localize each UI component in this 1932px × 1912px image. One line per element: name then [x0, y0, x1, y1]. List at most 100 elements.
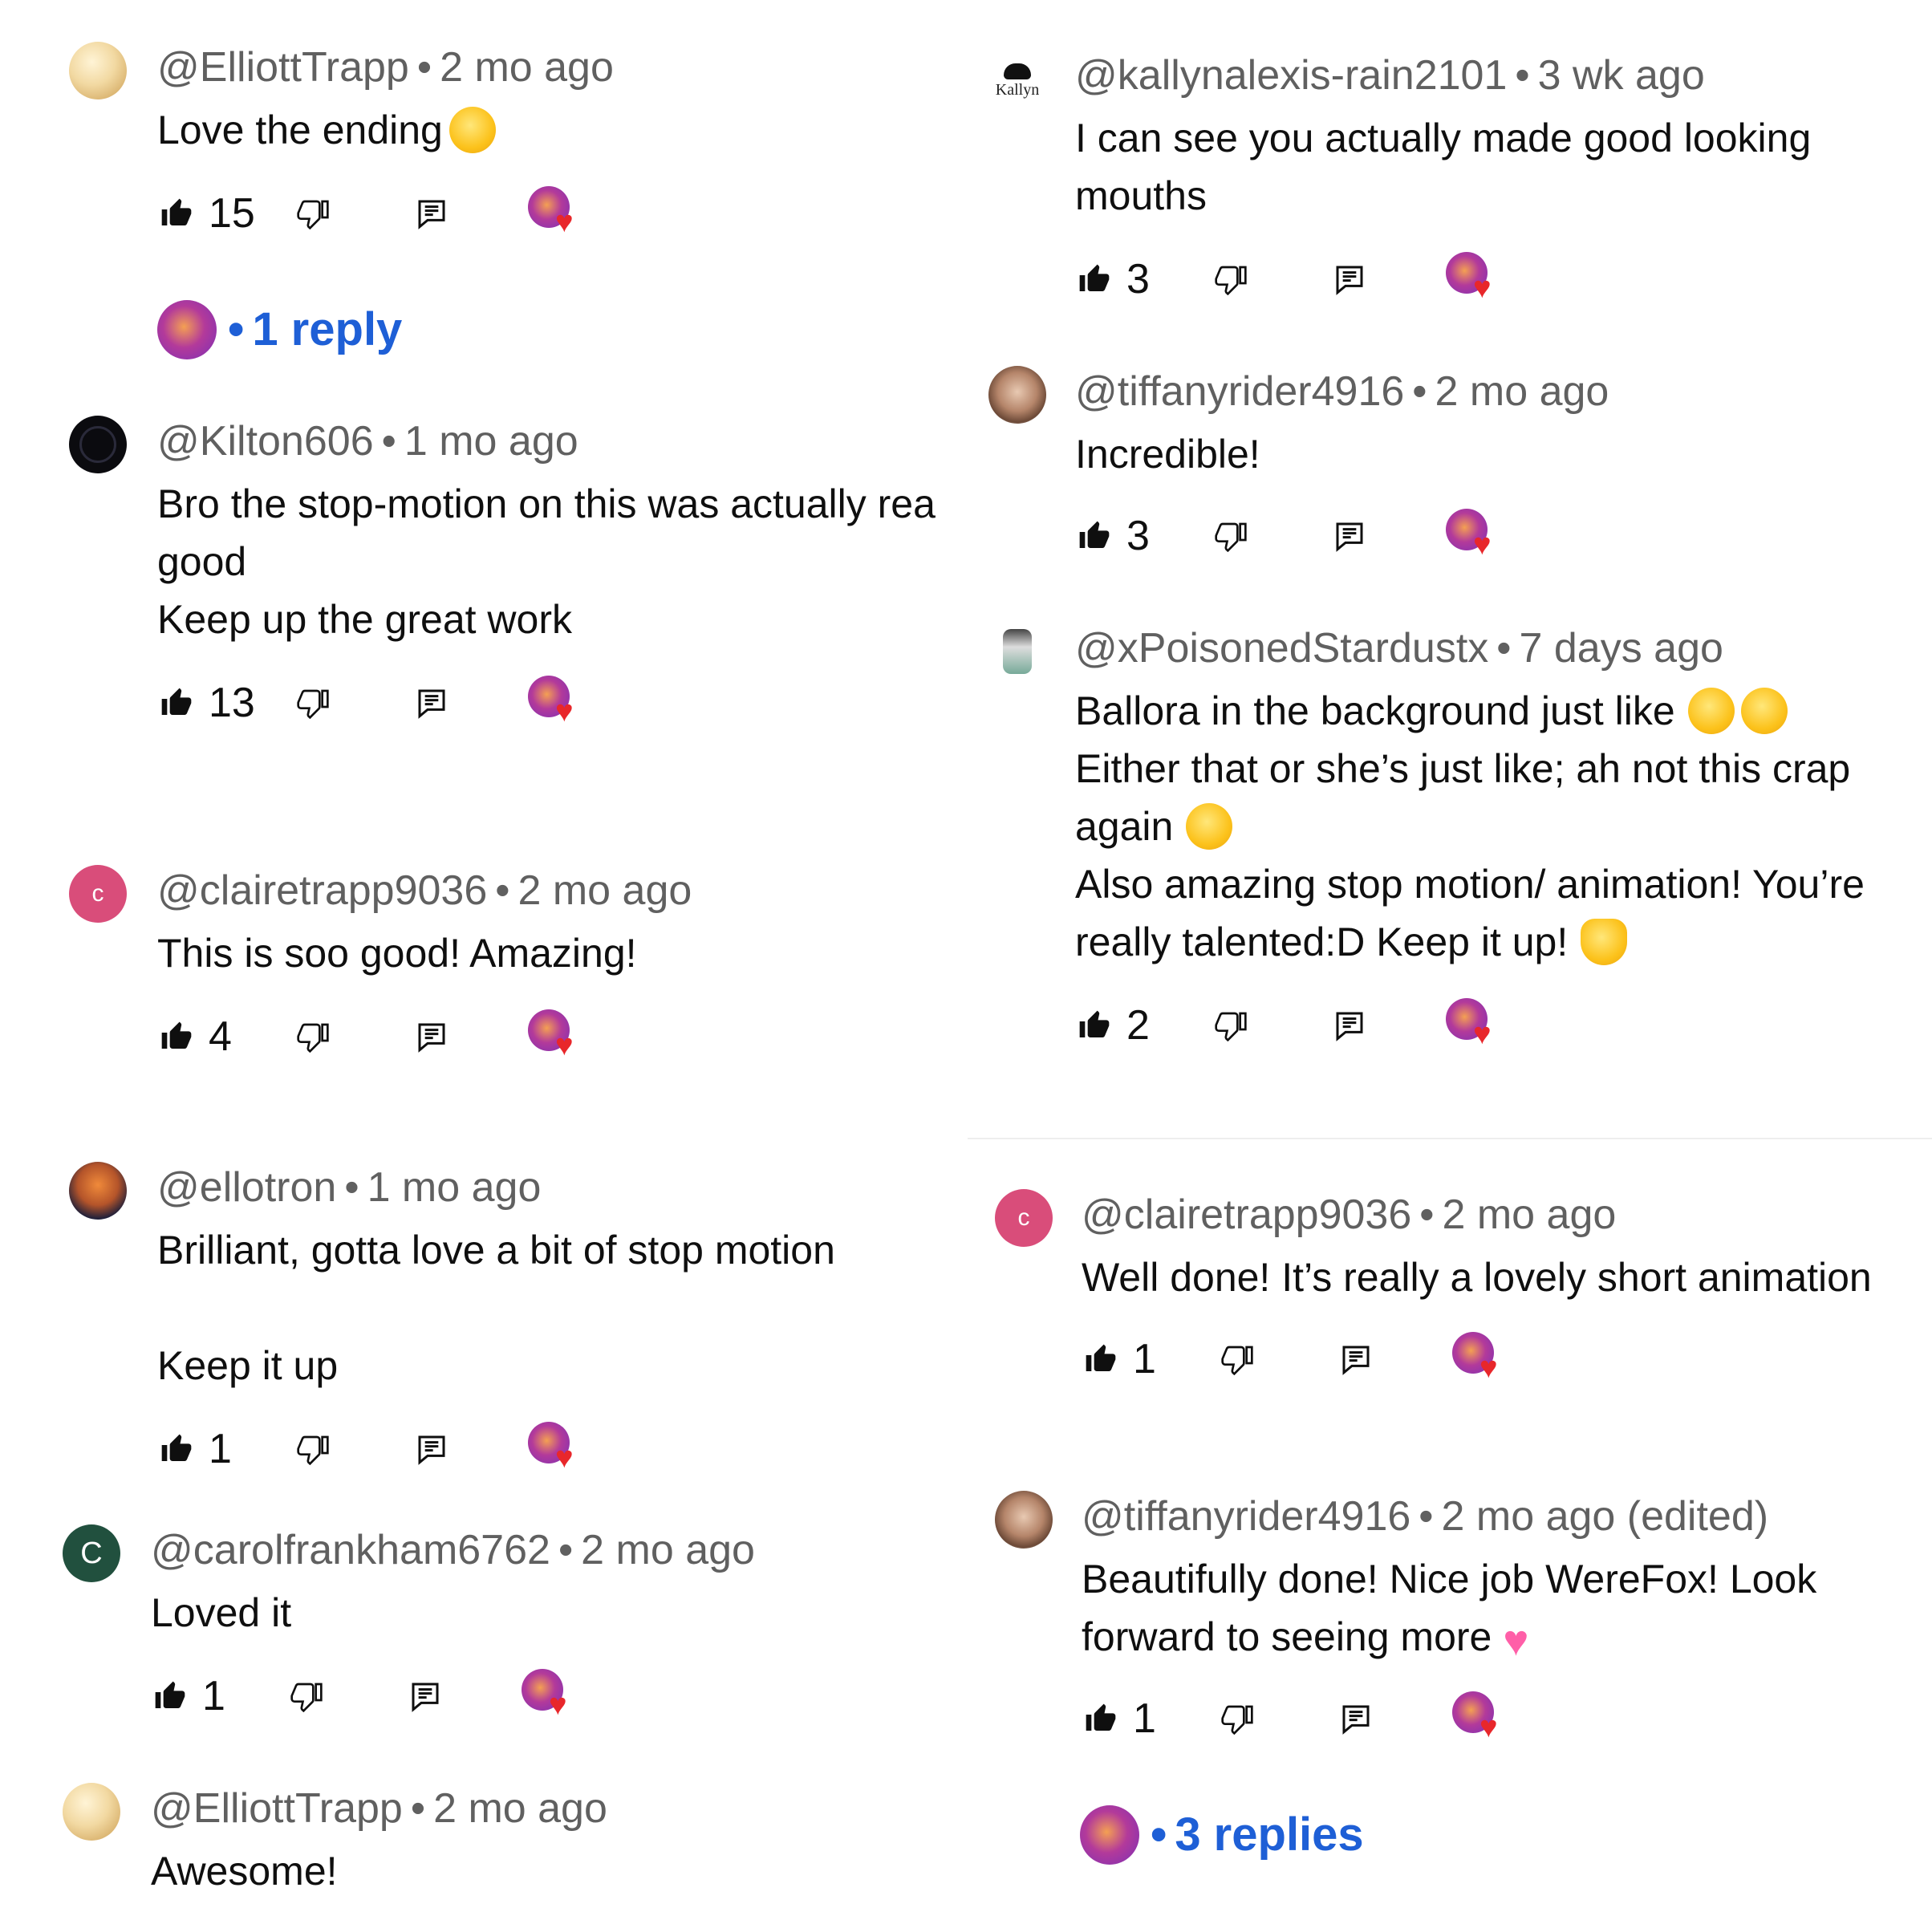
thumbs-down-icon[interactable]: [1215, 1009, 1247, 1041]
author-handle[interactable]: @ElliottTrapp: [157, 44, 409, 91]
separator: •: [1496, 625, 1512, 672]
thumbs-down-icon[interactable]: [1215, 520, 1247, 552]
section-divider: [968, 1138, 1932, 1139]
avatar[interactable]: [995, 1491, 1053, 1549]
timestamp: 2 mo ago (edited): [1441, 1493, 1769, 1540]
author-handle[interactable]: @clairetrapp9036: [157, 867, 487, 914]
reply-icon[interactable]: [1340, 1703, 1372, 1735]
author-handle[interactable]: @xPoisonedStardustx: [1075, 625, 1488, 672]
reply-icon[interactable]: [416, 687, 448, 719]
avatar[interactable]: [69, 42, 127, 99]
thumbs-down-icon[interactable]: [297, 197, 329, 229]
reply-icon[interactable]: [416, 197, 448, 229]
separator: •: [1419, 1493, 1434, 1540]
comment-actions: 1 ♥: [1085, 1691, 1534, 1743]
comment: @ellotron • 1 mo ago Brilliant, gotta love…: [69, 1162, 968, 1394]
comment: @tiffanyrider4916 • 2 mo ago Incredible!: [988, 366, 1926, 483]
author-handle[interactable]: @tiffanyrider4916: [1082, 1493, 1410, 1540]
reply-icon[interactable]: [409, 1680, 441, 1712]
replies-count[interactable]: 1 reply: [252, 303, 402, 355]
thumbs-up-icon[interactable]: [1078, 520, 1110, 552]
replies-link[interactable]: • 3 replies: [1151, 1808, 1364, 1861]
reply-icon[interactable]: [1333, 1009, 1366, 1041]
thumbs-down-icon[interactable]: [297, 687, 329, 719]
author-handle[interactable]: @clairetrapp9036: [1082, 1191, 1411, 1238]
creator-heart-icon: ♥: [528, 1422, 581, 1475]
reply-icon[interactable]: [1340, 1343, 1372, 1375]
thumbs-down-icon[interactable]: [1215, 263, 1247, 295]
thumbs-up-icon[interactable]: [160, 1433, 193, 1465]
comment-actions: 15 ♥: [160, 186, 610, 237]
comment-meta: @tiffanyrider4916 • 2 mo ago (edited): [1082, 1491, 1932, 1542]
comment-meta: @ElliottTrapp • 2 mo ago: [157, 42, 968, 93]
like-count: 2: [1126, 1002, 1150, 1049]
thumbs-up-icon[interactable]: [160, 687, 193, 719]
avatar[interactable]: [988, 366, 1046, 424]
thumbs-down-icon[interactable]: [297, 1021, 329, 1053]
avatar[interactable]: [988, 623, 1046, 680]
timestamp: 2 mo ago: [433, 1785, 607, 1832]
comment-meta: @xPoisonedStardustx • 7 days ago: [1075, 623, 1926, 674]
author-handle[interactable]: @kallynalexis-rain2101: [1075, 52, 1507, 99]
creator-avatar: [157, 300, 217, 359]
avatar[interactable]: C: [63, 1524, 120, 1582]
like-count: 3: [1126, 513, 1150, 559]
comment-meta: @clairetrapp9036 • 2 mo ago: [1082, 1189, 1932, 1240]
comment-meta: @kallynalexis-rain2101 • 3 wk ago: [1075, 50, 1926, 101]
comment-meta: @carolfrankham6762 • 2 mo ago: [151, 1524, 961, 1576]
author-handle[interactable]: @ellotron: [157, 1164, 336, 1211]
timestamp: 2 mo ago: [581, 1527, 755, 1573]
comment-meta: @tiffanyrider4916 • 2 mo ago: [1075, 366, 1926, 417]
like-count: 1: [1133, 1336, 1156, 1382]
comment-text: Brilliant, gotta love a bit of stop moti…: [157, 1228, 835, 1388]
separator: •: [416, 44, 432, 91]
thumbs-down-icon[interactable]: [290, 1680, 323, 1712]
thumbs-up-icon[interactable]: [1078, 1009, 1110, 1041]
thumbs-up-icon[interactable]: [154, 1680, 186, 1712]
author-handle[interactable]: @tiffanyrider4916: [1075, 368, 1404, 415]
comment-text: Love the ending: [157, 101, 968, 159]
comment-actions: 4 ♥: [160, 1009, 610, 1061]
thumbs-up-icon[interactable]: [160, 197, 193, 229]
thumbs-down-icon[interactable]: [1221, 1703, 1253, 1735]
reply-icon[interactable]: [416, 1021, 448, 1053]
thumbs-down-icon[interactable]: [1221, 1343, 1253, 1375]
reply-icon[interactable]: [1333, 520, 1366, 552]
thumbs-up-icon[interactable]: [1085, 1343, 1117, 1375]
like-count: 1: [1133, 1695, 1156, 1742]
thumbs-up-icon[interactable]: [1078, 263, 1110, 295]
comment: c @clairetrapp9036 • 2 mo ago Well done! I…: [995, 1189, 1932, 1306]
comment-text: Awesome!: [151, 1849, 338, 1894]
separator: •: [381, 418, 396, 465]
tears-of-joy-emoji: [448, 107, 496, 153]
thumbs-down-icon[interactable]: [297, 1433, 329, 1465]
avatar[interactable]: c: [69, 865, 127, 923]
like-count: 1: [202, 1673, 225, 1719]
reply-icon[interactable]: [1333, 263, 1366, 295]
avatar[interactable]: c: [995, 1189, 1053, 1247]
author-handle[interactable]: @carolfrankham6762: [151, 1527, 550, 1573]
timestamp: 2 mo ago: [1435, 368, 1609, 415]
creator-heart-icon: ♥: [522, 1669, 574, 1722]
avatar[interactable]: [69, 416, 127, 473]
replies-count[interactable]: 3 replies: [1175, 1808, 1363, 1861]
comment-text: This is soo good! Amazing!: [157, 931, 637, 976]
separator: •: [495, 867, 510, 914]
creator-heart-icon: ♥: [1452, 1691, 1505, 1744]
comment-actions: 13 ♥: [160, 676, 610, 727]
hand-over-mouth-emoji: [1740, 688, 1788, 734]
author-handle[interactable]: @Kilton606: [157, 418, 374, 465]
comment-text: I can see you actually made good looking…: [1075, 116, 1812, 218]
replies-link[interactable]: • 1 reply: [228, 303, 402, 356]
avatar[interactable]: Kallyn: [988, 50, 1046, 108]
thumbs-up-icon[interactable]: [160, 1021, 193, 1053]
author-handle[interactable]: @ElliottTrapp: [151, 1785, 403, 1832]
avatar[interactable]: [63, 1783, 120, 1841]
comment-text: Beautifully done! Nice job WereFox! Look…: [1082, 1550, 1932, 1666]
avatar[interactable]: [69, 1162, 127, 1220]
reply-icon[interactable]: [416, 1433, 448, 1465]
figure-icon: [1003, 629, 1032, 674]
thumbs-up-icon[interactable]: [1085, 1703, 1117, 1735]
comment: @ElliottTrapp • 2 mo ago Awesome!: [63, 1783, 961, 1900]
text-line: Either that or she’s just like; ah not t…: [1075, 746, 1851, 791]
